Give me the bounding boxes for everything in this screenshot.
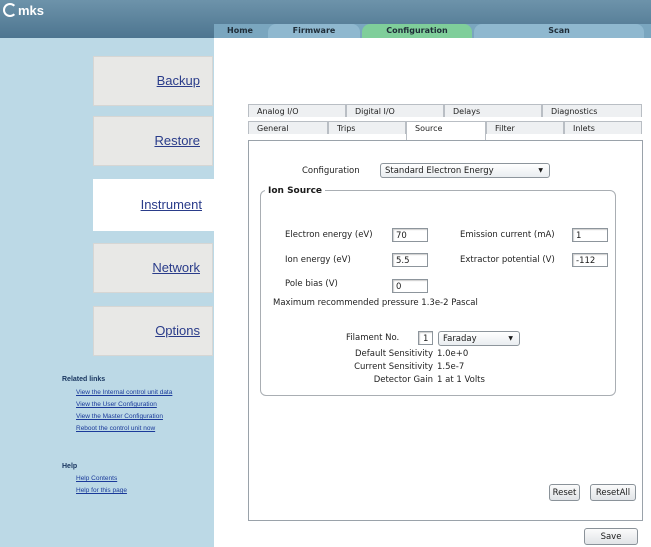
help-heading: Help	[62, 463, 78, 470]
extractor-potential-input[interactable]: -112	[572, 253, 608, 267]
tab-delays[interactable]: Delays	[444, 104, 542, 117]
tab-firmware[interactable]: Firmware	[268, 24, 360, 38]
tab-source[interactable]: Source	[406, 121, 486, 141]
filament-number-input[interactable]: 1	[418, 331, 433, 345]
sidebar-item-network[interactable]: Network	[93, 243, 213, 293]
default-sensitivity-value: 1.0e+0	[437, 349, 469, 359]
link-reboot[interactable]: Reboot the control unit now	[76, 425, 155, 432]
sidebar-item-label: Instrument	[140, 197, 202, 212]
sidebar-item-instrument[interactable]: Instrument	[93, 179, 214, 231]
electron-energy-input[interactable]: 70	[392, 228, 428, 242]
chevron-down-icon: ▼	[538, 167, 543, 174]
detector-select[interactable]: Faraday ▼	[438, 331, 520, 346]
electron-energy-label: Electron energy (eV)	[285, 230, 373, 240]
tab-analog-io[interactable]: Analog I/O	[248, 104, 346, 117]
tab-row-1: Analog I/O Digital I/O Delays Diagnostic…	[248, 104, 642, 118]
link-master-config[interactable]: View the Master Configuration	[76, 413, 163, 420]
link-help-page[interactable]: Help for this page	[76, 487, 127, 494]
tab-digital-io[interactable]: Digital I/O	[346, 104, 444, 117]
pole-bias-label: Pole bias (V)	[285, 279, 338, 289]
default-sensitivity-label: Default Sensitivity	[354, 349, 433, 359]
logo-text: mks	[18, 3, 45, 18]
sidebar-item-label: Network	[152, 260, 200, 275]
tab-diagnostics[interactable]: Diagnostics	[542, 104, 642, 117]
link-help-contents[interactable]: Help Contents	[76, 475, 117, 482]
detector-gain-value: 1 at 1 Volts	[437, 375, 485, 385]
current-sensitivity-value: 1.5e-7	[437, 362, 465, 372]
link-internal-data[interactable]: View the Internal control unit data	[76, 389, 172, 396]
ion-energy-input[interactable]: 5.5	[392, 253, 428, 267]
chevron-down-icon: ▼	[508, 335, 513, 342]
link-user-config[interactable]: View the User Configuration	[76, 401, 157, 408]
tab-inlets[interactable]: Inlets	[564, 121, 642, 134]
sidebar-item-label: Options	[155, 323, 200, 338]
max-pressure-text: Maximum recommended pressure 1.3e-2 Pasc…	[273, 298, 478, 308]
configuration-select[interactable]: Standard Electron Energy ▼	[380, 163, 550, 178]
detector-gain-label: Detector Gain	[373, 375, 433, 385]
pole-bias-input[interactable]: 0	[392, 279, 428, 293]
reset-all-button[interactable]: ResetAll	[590, 484, 636, 501]
tab-row-2: General Trips Source Filter Inlets	[248, 121, 642, 141]
filament-label: Filament No.	[346, 333, 400, 343]
related-links-heading: Related links	[62, 376, 106, 383]
configuration-label: Configuration	[302, 166, 360, 176]
configuration-value: Standard Electron Energy	[385, 166, 494, 176]
tab-home[interactable]: Home	[214, 24, 266, 38]
detector-value: Faraday	[443, 334, 477, 344]
sidebar-item-label: Restore	[154, 133, 200, 148]
tab-trips[interactable]: Trips	[328, 121, 406, 134]
sidebar-item-options[interactable]: Options	[93, 306, 213, 356]
sidebar-item-restore[interactable]: Restore	[93, 116, 213, 166]
ion-source-title: Ion Source	[265, 186, 326, 196]
save-button[interactable]: Save	[584, 528, 638, 545]
logo-swoosh-icon	[3, 3, 17, 17]
mks-logo: mks	[3, 3, 57, 18]
sidebar-item-label: Backup	[156, 73, 200, 88]
extractor-potential-label: Extractor potential (V)	[460, 255, 555, 265]
sidebar-item-backup[interactable]: Backup	[93, 56, 213, 106]
emission-current-label: Emission current (mA)	[460, 230, 555, 240]
tab-configuration[interactable]: Configuration	[362, 24, 472, 38]
ion-energy-label: Ion energy (eV)	[285, 255, 351, 265]
reset-button[interactable]: Reset	[549, 484, 580, 501]
tab-general[interactable]: General	[248, 121, 328, 134]
emission-current-input[interactable]: 1	[572, 228, 608, 242]
current-sensitivity-label: Current Sensitivity	[354, 362, 433, 372]
tab-scan[interactable]: Scan	[474, 24, 644, 38]
tab-filter[interactable]: Filter	[486, 121, 564, 134]
